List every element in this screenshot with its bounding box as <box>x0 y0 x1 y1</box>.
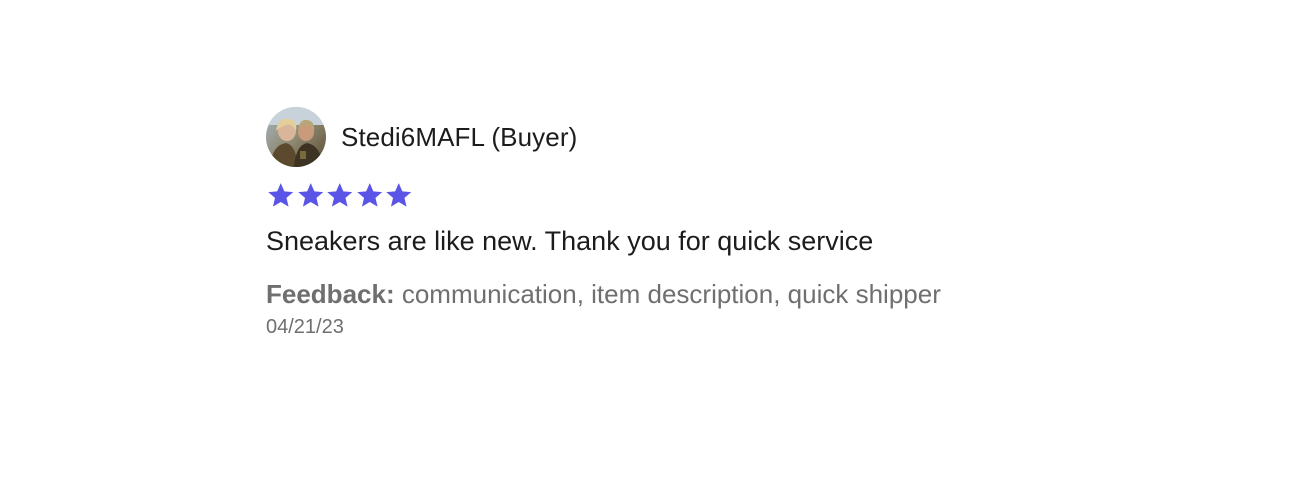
review-date: 04/21/23 <box>266 316 344 338</box>
star-filled-icon <box>297 183 323 207</box>
feedback-tags: Feedback: communication, item descriptio… <box>266 274 946 314</box>
review-card: Stedi6MAFL (Buyer) Sneakers are like new… <box>266 107 966 340</box>
star-filled-icon <box>356 183 382 207</box>
review-text: Sneakers are like new. Thank you for qui… <box>266 226 874 256</box>
reviewer-header: Stedi6MAFL (Buyer) <box>266 107 966 167</box>
avatar[interactable] <box>266 107 326 167</box>
star-filled-icon <box>268 183 294 207</box>
star-filled-icon <box>327 183 353 207</box>
feedback-label: Feedback: <box>266 279 395 309</box>
avatar-photo-icon <box>266 107 326 167</box>
feedback-value: communication, item description, quick s… <box>401 279 941 309</box>
star-filled-icon <box>386 183 412 207</box>
star-rating <box>266 180 966 210</box>
reviewer-name[interactable]: Stedi6MAFL (Buyer) <box>341 122 577 153</box>
